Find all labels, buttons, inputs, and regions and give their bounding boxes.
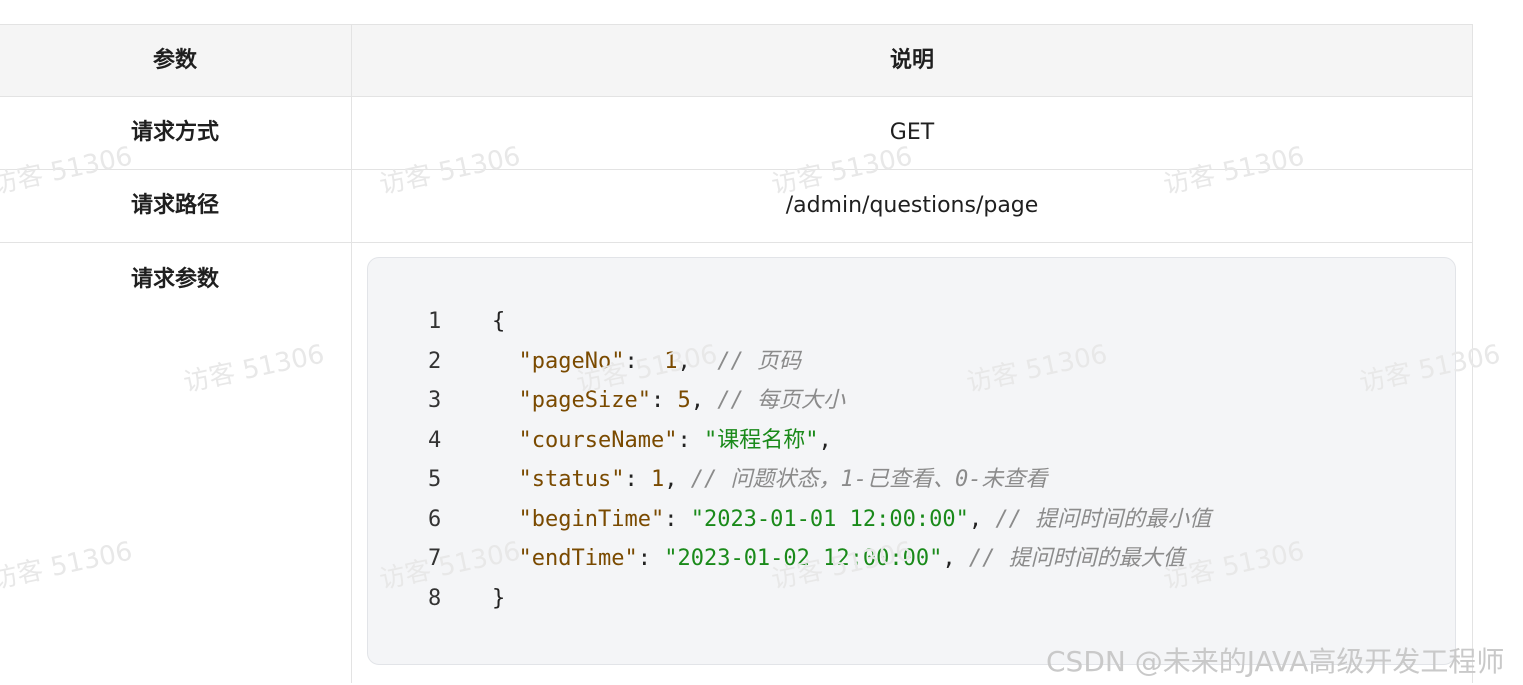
line-number: 1	[428, 309, 442, 334]
code-line: 7 "endTime": "2023-01-02 12:00:00", // 提…	[428, 539, 1211, 579]
row-label-method: 请求方式	[0, 97, 352, 169]
table-row: 请求方式 GET	[0, 97, 1472, 170]
code-brace: {	[492, 309, 506, 334]
json-colon: :	[624, 467, 651, 492]
json-punct: ,	[968, 506, 996, 532]
json-value: 1	[650, 348, 678, 374]
json-punct: ,	[818, 427, 832, 453]
json-punct: ,	[664, 467, 691, 492]
table-row-params: 请求参数 1 { 2 "pageNo": 1, // 页码 3 "pageSiz…	[0, 243, 1472, 683]
line-number: 5	[428, 467, 442, 492]
line-number: 4	[428, 427, 442, 453]
line-number: 7	[428, 546, 442, 571]
line-number: 2	[428, 348, 442, 374]
json-colon: :	[650, 388, 678, 413]
json-punct: ,	[677, 348, 718, 374]
code-comment: // 提问时间的最大值	[968, 546, 1185, 571]
json-value: "2023-01-02 12:00:00"	[664, 546, 943, 571]
code-line: 1 {	[428, 302, 1211, 342]
code-comment: // 提问时间的最小值	[995, 506, 1212, 532]
code-line: 5 "status": 1, // 问题状态，1-已查看、0-未查看	[428, 460, 1211, 500]
json-key: "status"	[518, 467, 625, 492]
json-colon: :	[664, 506, 691, 532]
code-line: 3 "pageSize": 5, // 每页大小	[428, 381, 1211, 421]
json-key: "endTime"	[518, 546, 638, 571]
row-label-params: 请求参数	[0, 243, 352, 683]
json-value: "2023-01-01 12:00:00"	[690, 506, 969, 532]
row-label-path: 请求路径	[0, 170, 352, 242]
line-number: 6	[428, 506, 442, 532]
row-value-method: GET	[889, 120, 935, 145]
code-block[interactable]: 1 { 2 "pageNo": 1, // 页码 3 "pageSize": 5…	[367, 257, 1456, 665]
json-value: "课程名称"	[703, 427, 819, 453]
json-key: "pageNo"	[518, 348, 625, 374]
code-line: 8 }	[428, 579, 1211, 619]
code-content: 1 { 2 "pageNo": 1, // 页码 3 "pageSize": 5…	[428, 302, 1211, 618]
json-colon: :	[637, 546, 665, 571]
json-value: 5	[677, 388, 691, 413]
code-brace: }	[492, 585, 506, 611]
code-comment: // 每页大小	[717, 388, 845, 413]
table-row: 请求路径 /admin/questions/page	[0, 170, 1472, 243]
json-punct: ,	[942, 546, 969, 571]
table-header-row: 参数 说明	[0, 25, 1472, 97]
json-key: "courseName"	[518, 427, 678, 453]
json-punct: ,	[690, 388, 718, 413]
json-colon: :	[677, 427, 704, 453]
header-param: 参数	[0, 25, 352, 96]
row-value-path: /admin/questions/page	[785, 193, 1039, 218]
header-desc: 说明	[889, 48, 934, 73]
line-number: 3	[428, 388, 442, 413]
json-key: "beginTime"	[518, 506, 665, 532]
params-cell: 1 { 2 "pageNo": 1, // 页码 3 "pageSize": 5…	[352, 243, 1472, 683]
code-comment: // 页码	[717, 348, 801, 374]
code-line: 4 "courseName": "课程名称",	[428, 421, 1211, 461]
line-number: 8	[428, 585, 442, 611]
json-key: "pageSize"	[518, 388, 651, 413]
api-spec-table: 参数 说明 请求方式 GET 请求路径 /admin/questions/pag…	[0, 24, 1473, 683]
code-line: 6 "beginTime": "2023-01-01 12:00:00", //…	[428, 500, 1211, 540]
code-line: 2 "pageNo": 1, // 页码	[428, 342, 1211, 382]
json-colon: :	[624, 348, 651, 374]
json-value: 1	[650, 467, 665, 492]
code-comment: // 问题状态，1-已查看、0-未查看	[690, 467, 1048, 492]
csdn-credit: CSDN @未来的JAVA高级开发工程师	[1046, 645, 1505, 678]
